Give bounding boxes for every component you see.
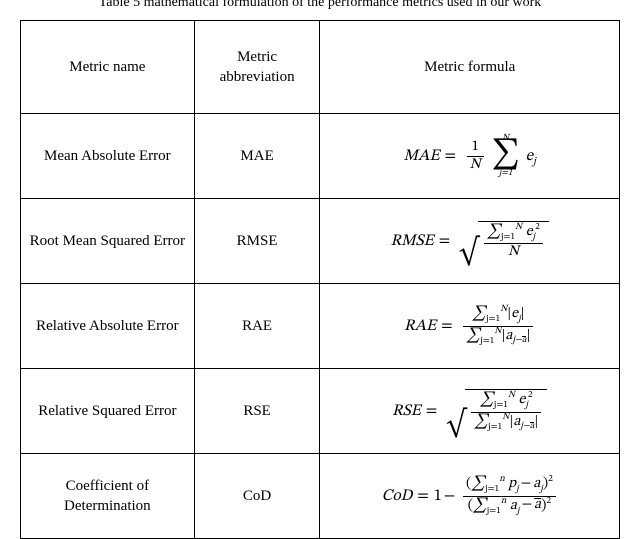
formula-mae: MAE= 1N N∑j=1 ej [404, 134, 536, 178]
metric-name-cell: Root Mean Squared Error [21, 199, 195, 284]
metric-name-cell: Coefficient of Determination [21, 454, 195, 539]
table-row: Relative Absolute Error RAE RAE= ∑j=1N|e… [21, 284, 620, 369]
metric-formula-cell: RAE= ∑j=1N|ej| ∑j=1N|aj−a| [320, 284, 620, 369]
metric-abbr-cell: RMSE [194, 199, 320, 284]
header-metric-name: Metric name [21, 21, 195, 114]
formula-rae: RAE= ∑j=1N|ej| ∑j=1N|aj−a| [404, 305, 535, 348]
header-metric-formula: Metric formula [320, 21, 620, 114]
metrics-table: Metric name Metric abbreviation Metric f… [20, 20, 620, 539]
formula-rmse: RMSE= √ ∑j=1N ej2 N [391, 221, 549, 262]
metric-name-cell: Relative Squared Error [21, 369, 195, 454]
metric-abbr-cell: CoD [194, 454, 320, 539]
table-caption: Table 5 mathematical formulation of the … [20, 0, 620, 9]
metric-formula-cell: RSE= √ ∑j=1N ej2 ∑j=1N|aj−a| [320, 369, 620, 454]
page: Table 5 mathematical formulation of the … [0, 0, 640, 528]
table-row: Relative Squared Error RSE RSE= √ ∑j=1N … [21, 369, 620, 454]
formula-cod: CoD=1− (∑j=1n pj−aj)2 (∑j=1n aj−a)2 [382, 475, 558, 518]
metric-name-cell: Mean Absolute Error [21, 114, 195, 199]
table-row: Root Mean Squared Error RMSE RMSE= √ ∑j=… [21, 199, 620, 284]
metric-abbr-cell: MAE [194, 114, 320, 199]
table-header-row: Metric name Metric abbreviation Metric f… [21, 21, 620, 114]
metric-abbr-cell: RSE [194, 369, 320, 454]
header-metric-abbr: Metric abbreviation [194, 21, 320, 114]
metric-formula-cell: RMSE= √ ∑j=1N ej2 N [320, 199, 620, 284]
formula-rse: RSE= √ ∑j=1N ej2 ∑j=1N|aj−a| [392, 389, 547, 434]
metric-abbr-cell: RAE [194, 284, 320, 369]
table-row: Mean Absolute Error MAE MAE= 1N N∑j=1 ej [21, 114, 620, 199]
metric-formula-cell: CoD=1− (∑j=1n pj−aj)2 (∑j=1n aj−a)2 [320, 454, 620, 539]
table-row: Coefficient of Determination CoD CoD=1− … [21, 454, 620, 539]
metric-formula-cell: MAE= 1N N∑j=1 ej [320, 114, 620, 199]
metric-name-cell: Relative Absolute Error [21, 284, 195, 369]
